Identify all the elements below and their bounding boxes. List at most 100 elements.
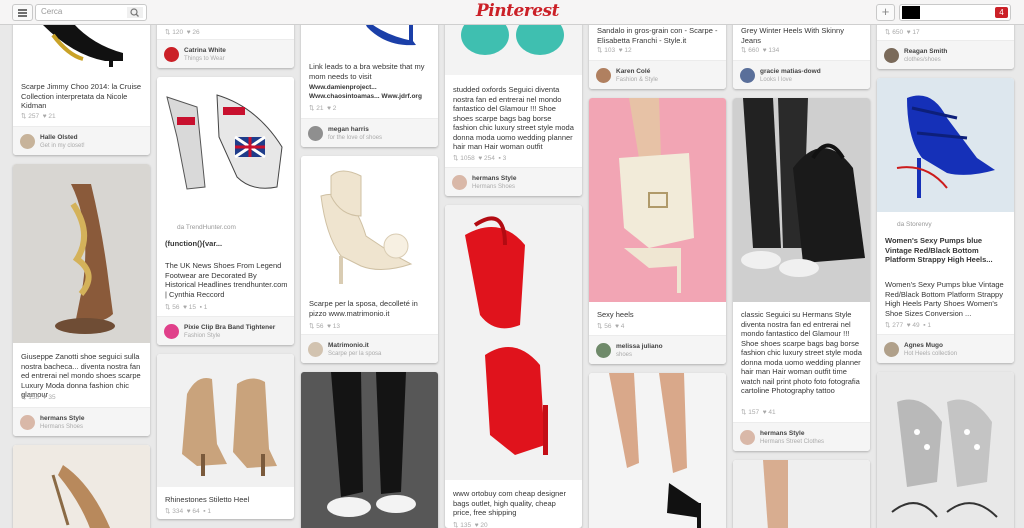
- user-name[interactable]: hermans Style: [472, 175, 516, 182]
- pin-image[interactable]: [157, 77, 294, 213]
- board-name[interactable]: Fashion & Style: [616, 77, 658, 83]
- user-name[interactable]: Halle Olsted: [40, 134, 78, 141]
- comment-icon: ▪: [203, 508, 206, 515]
- pin-source[interactable]: da TrendHunter.com: [177, 224, 236, 231]
- pin-description: Grey Winter Heels With Skinny Jeans: [741, 26, 844, 45]
- pin-image[interactable]: [589, 373, 726, 528]
- board-name[interactable]: Scarpe per la sposa: [328, 351, 381, 357]
- pin-image[interactable]: [157, 354, 294, 487]
- repin-icon: ⇅: [21, 113, 27, 120]
- pin-attribution[interactable]: Halle Olsted Get in my closet!: [13, 126, 150, 155]
- pin-attribution[interactable]: hermans Style Hermans Shoes: [13, 407, 150, 436]
- pin-image[interactable]: [877, 78, 1014, 212]
- board-name[interactable]: Hermans Shoes: [40, 424, 83, 430]
- repin-count: 56: [604, 323, 612, 330]
- pin-card[interactable]: [877, 372, 1014, 528]
- user-name[interactable]: melissa juliano: [616, 343, 663, 350]
- pin-card[interactable]: Giuseppe Zanotti shoe seguici sulla nost…: [13, 164, 150, 436]
- user-name[interactable]: Reagan Smith: [904, 48, 947, 55]
- board-name[interactable]: clothes/shoes: [904, 57, 941, 63]
- pin-card[interactable]: [733, 460, 870, 528]
- comment-icon: ▪: [498, 155, 501, 162]
- avatar: [20, 415, 35, 430]
- pin-card[interactable]: www ortobuy com cheap designer bags outl…: [445, 205, 582, 528]
- pin-image[interactable]: [733, 98, 870, 302]
- comment-count: 1: [203, 304, 208, 311]
- board-name[interactable]: for the love of shoes: [328, 135, 382, 141]
- pin-attribution[interactable]: Karen Colé Fashion & Style: [589, 60, 726, 89]
- search-input[interactable]: Cerca: [35, 4, 147, 21]
- repin-icon: ⇅: [885, 322, 891, 329]
- like-count: 2: [332, 105, 337, 112]
- pin-card[interactable]: [589, 373, 726, 528]
- repin-icon: ⇅: [309, 105, 315, 112]
- repin-icon: ⇅: [165, 508, 171, 515]
- pin-card[interactable]: studded oxfords Seguici diventa nostra f…: [445, 15, 582, 196]
- pin-links[interactable]: Www.damienproject... Www.chaosintoamas..…: [309, 83, 432, 101]
- pin-stats: ⇅ 103 ♥ 12: [597, 46, 632, 54]
- pin-attribution[interactable]: megan harris for the love of shoes: [301, 118, 438, 147]
- pin-image[interactable]: [301, 372, 438, 528]
- pin-attribution[interactable]: Pixie Clip Bra Band Tightener Fashion St…: [157, 316, 294, 345]
- pin-card[interactable]: [13, 445, 150, 528]
- pin-card[interactable]: da TrendHunter.com (function(){var... Th…: [157, 77, 294, 345]
- pin-description: classic Seguici su Hermans Style diventa…: [741, 310, 862, 395]
- repin-count: 277: [892, 322, 904, 329]
- pin-card[interactable]: Link leads to a bra website that my mom …: [301, 15, 438, 147]
- pin-card[interactable]: Grey Winter Heels With Skinny Jeans ⇅ 66…: [733, 15, 870, 89]
- add-pin-button[interactable]: +: [876, 4, 895, 21]
- pin-attribution[interactable]: melissa juliano shoes: [589, 335, 726, 364]
- like-count: 15: [188, 304, 197, 311]
- pin-card[interactable]: Rhinestones Stiletto Heel ⇅ 334 ♥ 64 ▪ 1: [157, 354, 294, 519]
- pin-card[interactable]: Scarpe per la sposa, decolleté in pizzo …: [301, 156, 438, 363]
- notification-badge[interactable]: 4: [995, 7, 1008, 18]
- user-name[interactable]: gracie matias-dowd: [760, 68, 821, 75]
- user-name[interactable]: hermans Style: [40, 415, 84, 422]
- pin-image[interactable]: [13, 164, 150, 343]
- board-name[interactable]: Looks I love: [760, 77, 792, 83]
- user-name[interactable]: Agnes Mugo: [904, 342, 943, 349]
- pin-attribution[interactable]: Matrimonio.it Scarpe per la sposa: [301, 334, 438, 363]
- menu-button[interactable]: [12, 4, 33, 21]
- pin-title: (function(){var...: [165, 239, 223, 248]
- pin-card[interactable]: Scarpe Jimmy Choo 2014: la Cruise Collec…: [13, 15, 150, 155]
- pin-attribution[interactable]: Reagan Smith clothes/shoes: [877, 40, 1014, 69]
- user-name[interactable]: Catrina White: [184, 47, 226, 54]
- pin-image[interactable]: [445, 205, 582, 480]
- board-name[interactable]: Things to Wear: [184, 56, 225, 62]
- board-name[interactable]: Get in my closet!: [40, 143, 85, 149]
- pin-attribution[interactable]: Catrina White Things to Wear: [157, 39, 294, 68]
- comment-icon: ▪: [923, 322, 926, 329]
- user-name[interactable]: Karen Colé: [616, 68, 650, 75]
- pin-card[interactable]: classic Seguici su Hermans Style diventa…: [733, 98, 870, 451]
- pin-image[interactable]: [589, 98, 726, 302]
- heart-icon: ♥: [186, 29, 191, 36]
- user-name[interactable]: Pixie Clip Bra Band Tightener: [184, 324, 275, 331]
- pin-image[interactable]: [877, 372, 1014, 528]
- search-icon[interactable]: [127, 7, 143, 18]
- pin-card[interactable]: Sexy heels ⇅ 56 ♥ 4 melissa juliano shoe…: [589, 98, 726, 364]
- pin-attribution[interactable]: gracie matias-dowd Looks I love: [733, 60, 870, 89]
- pin-card[interactable]: [301, 372, 438, 528]
- board-name[interactable]: Hot Heels collection: [904, 351, 957, 357]
- pinterest-logo[interactable]: Pinterest: [476, 1, 559, 21]
- pin-image[interactable]: [733, 460, 870, 528]
- board-name[interactable]: Fashion Style: [184, 333, 220, 339]
- board-name[interactable]: Hermans Street Clothes: [760, 439, 824, 445]
- pin-card[interactable]: da Storenvy Women's Sexy Pumps blue Vint…: [877, 78, 1014, 363]
- user-name[interactable]: hermans Style: [760, 430, 804, 437]
- pin-image[interactable]: [13, 445, 150, 528]
- pin-attribution[interactable]: Agnes Mugo Hot Heels collection: [877, 334, 1014, 363]
- pin-attribution[interactable]: hermans Style Hermans Street Clothes: [733, 422, 870, 451]
- pin-image[interactable]: [301, 156, 438, 291]
- pin-source[interactable]: da Storenvy: [897, 221, 932, 228]
- avatar: [596, 343, 611, 358]
- board-name[interactable]: Hermans Shoes: [472, 184, 515, 190]
- user-name[interactable]: Matrimonio.it: [328, 342, 369, 349]
- like-count: 35: [48, 394, 56, 401]
- account-button[interactable]: 4: [899, 4, 1011, 21]
- user-name[interactable]: megan harris: [328, 126, 369, 133]
- board-name[interactable]: shoes: [616, 352, 632, 358]
- pin-attribution[interactable]: hermans Style Hermans Shoes: [445, 167, 582, 196]
- pin-card[interactable]: Sandalo in gros-grain con - Scarpe - Eli…: [589, 15, 726, 89]
